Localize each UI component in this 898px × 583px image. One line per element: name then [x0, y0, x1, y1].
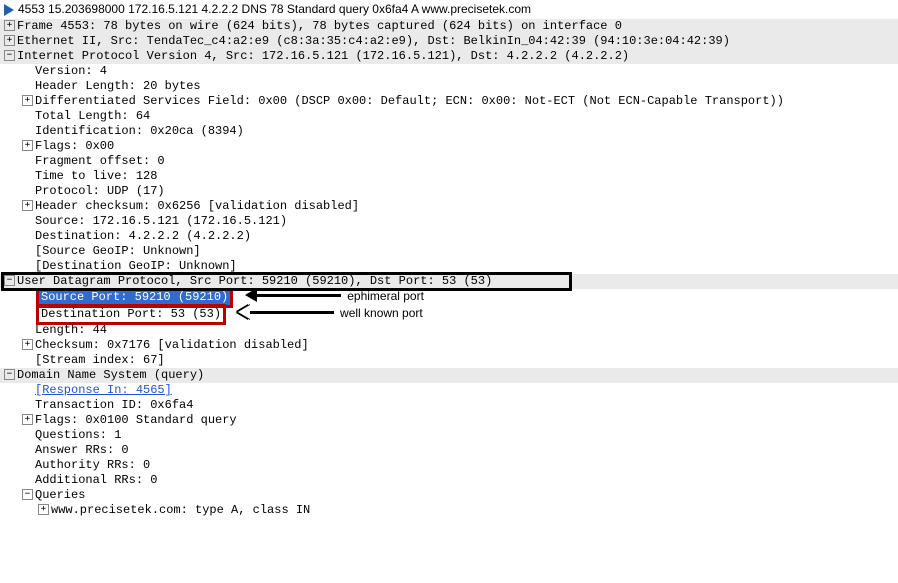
- ethernet-summary: Ethernet II, Src: TendaTec_c4:a2:e9 (c8:…: [17, 34, 730, 49]
- dns-answer-rrs[interactable]: Answer RRs: 0: [0, 443, 898, 458]
- collapse-toggle[interactable]: −: [22, 489, 33, 500]
- wireshark-icon: [4, 4, 14, 16]
- tree-ip-row[interactable]: − Internet Protocol Version 4, Src: 172.…: [0, 49, 898, 64]
- dns-query-item[interactable]: +www.precisetek.com: type A, class IN: [0, 503, 898, 518]
- annotation-ephemeral: ephimeral port: [347, 289, 424, 304]
- udp-dst-port-row[interactable]: Destination Port: 53 (53) well known por…: [0, 306, 898, 323]
- dns-txid[interactable]: Transaction ID: 0x6fa4: [0, 398, 898, 413]
- collapse-toggle[interactable]: −: [4, 50, 15, 61]
- udp-dst-port: Destination Port: 53 (53): [36, 304, 226, 325]
- ip-summary: Internet Protocol Version 4, Src: 172.16…: [17, 49, 629, 64]
- dns-questions[interactable]: Questions: 1: [0, 428, 898, 443]
- expand-toggle[interactable]: +: [22, 414, 33, 425]
- ip-dsfield[interactable]: +Differentiated Services Field: 0x00 (DS…: [0, 94, 898, 109]
- ip-checksum[interactable]: +Header checksum: 0x6256 [validation dis…: [0, 199, 898, 214]
- annotation-wellknown: well known port: [340, 306, 423, 321]
- ip-destination[interactable]: Destination: 4.2.2.2 (4.2.2.2): [0, 229, 898, 244]
- tree-udp-row[interactable]: − User Datagram Protocol, Src Port: 5921…: [0, 274, 898, 289]
- dns-authority-rrs[interactable]: Authority RRs: 0: [0, 458, 898, 473]
- arrow-icon: [251, 289, 341, 304]
- collapse-toggle[interactable]: −: [4, 275, 15, 286]
- tree-ethernet-row[interactable]: + Ethernet II, Src: TendaTec_c4:a2:e9 (c…: [0, 34, 898, 49]
- udp-summary: User Datagram Protocol, Src Port: 59210 …: [17, 274, 492, 289]
- window-titlebar: 4553 15.203698000 172.16.5.121 4.2.2.2 D…: [0, 0, 898, 19]
- ip-identification[interactable]: Identification: 0x20ca (8394): [0, 124, 898, 139]
- udp-length[interactable]: Length: 44: [0, 323, 898, 338]
- titlebar-text: 4553 15.203698000 172.16.5.121 4.2.2.2 D…: [18, 2, 531, 17]
- dns-flags[interactable]: +Flags: 0x0100 Standard query: [0, 413, 898, 428]
- dns-additional-rrs[interactable]: Additional RRs: 0: [0, 473, 898, 488]
- ip-protocol[interactable]: Protocol: UDP (17): [0, 184, 898, 199]
- dns-summary: Domain Name System (query): [17, 368, 204, 383]
- dns-queries[interactable]: −Queries: [0, 488, 898, 503]
- expand-toggle[interactable]: +: [22, 95, 33, 106]
- expand-toggle[interactable]: +: [22, 140, 33, 151]
- tree-dns-row[interactable]: − Domain Name System (query): [0, 368, 898, 383]
- udp-checksum[interactable]: +Checksum: 0x7176 [validation disabled]: [0, 338, 898, 353]
- collapse-toggle[interactable]: −: [4, 369, 15, 380]
- expand-toggle[interactable]: +: [22, 200, 33, 211]
- expand-toggle[interactable]: +: [4, 20, 15, 31]
- tree-frame-row[interactable]: + Frame 4553: 78 bytes on wire (624 bits…: [0, 19, 898, 34]
- arrow-icon: [244, 306, 334, 321]
- ip-total-length[interactable]: Total Length: 64: [0, 109, 898, 124]
- ip-dst-geoip[interactable]: [Destination GeoIP: Unknown]: [0, 259, 898, 274]
- frame-summary: Frame 4553: 78 bytes on wire (624 bits),…: [17, 19, 622, 34]
- dns-response-in[interactable]: [Response In: 4565]: [0, 383, 898, 398]
- ip-version[interactable]: Version: 4: [0, 64, 898, 79]
- expand-toggle[interactable]: +: [38, 504, 49, 515]
- ip-flags[interactable]: +Flags: 0x00: [0, 139, 898, 154]
- expand-toggle[interactable]: +: [22, 339, 33, 350]
- ip-header-length[interactable]: Header Length: 20 bytes: [0, 79, 898, 94]
- udp-stream-index[interactable]: [Stream index: 67]: [0, 353, 898, 368]
- ip-fragment-offset[interactable]: Fragment offset: 0: [0, 154, 898, 169]
- ip-source[interactable]: Source: 172.16.5.121 (172.16.5.121): [0, 214, 898, 229]
- ip-ttl[interactable]: Time to live: 128: [0, 169, 898, 184]
- expand-toggle[interactable]: +: [4, 35, 15, 46]
- ip-src-geoip[interactable]: [Source GeoIP: Unknown]: [0, 244, 898, 259]
